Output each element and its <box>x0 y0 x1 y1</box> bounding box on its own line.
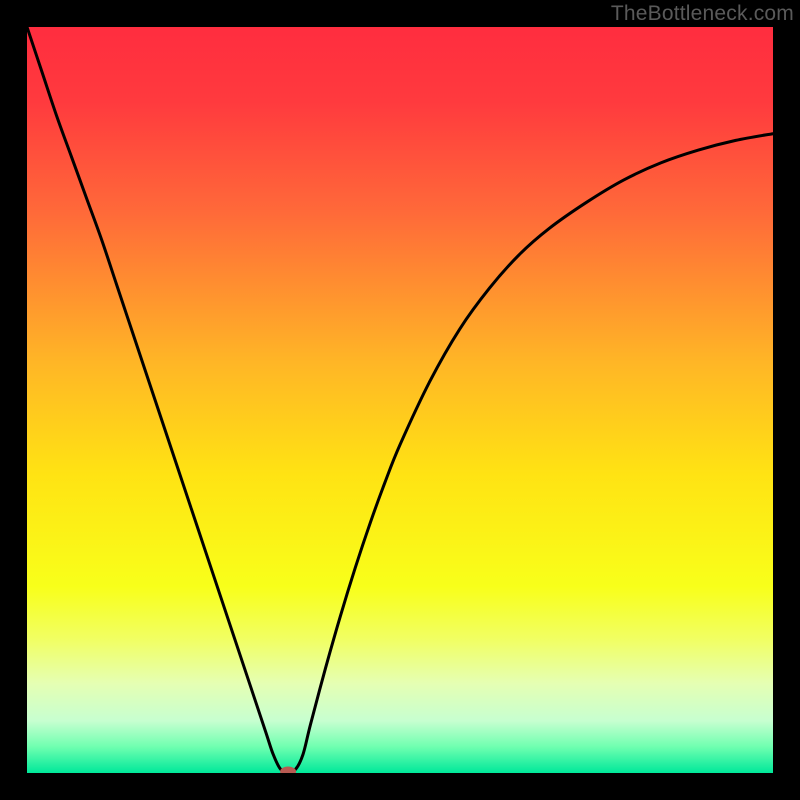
bottleneck-chart <box>27 27 773 773</box>
chart-frame <box>27 27 773 773</box>
gradient-background <box>27 27 773 773</box>
watermark-text: TheBottleneck.com <box>611 2 794 26</box>
